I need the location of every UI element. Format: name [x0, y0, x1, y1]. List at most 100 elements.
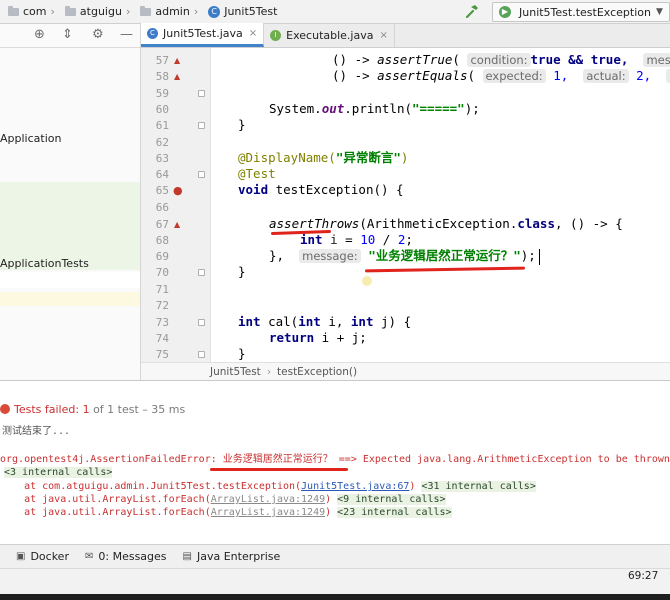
line-number: 75	[155, 348, 169, 361]
code-editor[interactable]: 57 58 59 60 61 62 63 64 65 66 67 68 69 70 71 72 73 74 75 ▲ ▲…	[141, 48, 670, 362]
code-line-70: }	[238, 264, 246, 279]
tool-tab-docker[interactable]: ▣ Docker	[16, 550, 69, 563]
tab-executable[interactable]: I Executable.java ×	[264, 24, 395, 47]
line-number: 61	[155, 119, 169, 132]
console-line: <3 internal calls>	[4, 467, 113, 478]
line-number: 59	[155, 87, 169, 100]
fold-marker-icon[interactable]	[198, 351, 205, 358]
gear-icon[interactable]: ⚙	[92, 27, 104, 42]
project-toolbar: ⊕ ⇕ ⚙ —	[0, 24, 140, 48]
locate-icon[interactable]: ⊕	[34, 27, 45, 42]
breadcrumb-atguigu[interactable]: atguigu ›	[57, 0, 132, 24]
java-enterprise-icon: ▤	[182, 551, 192, 562]
code-line-69: }, message: "业务逻辑居然正常运行？");	[269, 248, 536, 263]
console-line: 测试结束了...	[2, 426, 71, 437]
code-line-68: int i = 10 / 2;	[300, 232, 413, 247]
folder-icon	[140, 5, 152, 16]
breadcrumb-class[interactable]: Junit5Test	[210, 366, 261, 378]
tool-tab-messages[interactable]: ✉ 0: Messages	[85, 550, 167, 563]
tab-junit5test[interactable]: C Junit5Test.java ×	[141, 23, 265, 47]
folder-icon	[64, 5, 76, 16]
line-number: 68	[155, 234, 169, 247]
project-panel: ⊕ ⇕ ⚙ — Application ApplicationTests	[0, 24, 141, 380]
source-link[interactable]: ArrayList.java:1249	[211, 507, 325, 518]
line-number: 70	[155, 266, 169, 279]
class-icon: C	[147, 28, 158, 39]
breadcrumb-method[interactable]: testException()	[277, 366, 357, 378]
console-stack-line: at com.atguigu.admin.Junit5Test.testExce…	[0, 481, 536, 492]
docker-icon: ▣	[16, 551, 26, 562]
breadcrumb-separator: ›	[50, 5, 55, 18]
code-line-61: }	[238, 117, 246, 132]
line-number: 71	[155, 283, 169, 296]
line-number: 69	[155, 250, 169, 263]
line-number: 60	[155, 103, 169, 116]
console-error-line: org.opentest4j.AssertionFailedError: 业务逻…	[0, 454, 670, 465]
error-icon	[0, 404, 10, 414]
messages-icon: ✉	[84, 551, 94, 562]
build-hammer-icon[interactable]	[465, 4, 481, 20]
tool-tab-java-enterprise[interactable]: ▤ Java Enterprise	[183, 550, 281, 563]
close-icon[interactable]: ×	[379, 30, 387, 41]
tree-row-selected[interactable]	[0, 292, 140, 306]
fold-marker-icon[interactable]	[198, 122, 205, 129]
code-line-64: @Test	[238, 166, 276, 181]
fold-marker-icon[interactable]	[198, 171, 205, 178]
fold-marker-icon[interactable]	[198, 319, 205, 326]
breadcrumb-separator: ›	[193, 5, 199, 18]
interface-icon: I	[270, 30, 282, 41]
window-edge	[0, 594, 670, 600]
override-marker-icon[interactable]: ▲	[174, 220, 180, 229]
tool-window-bar: ▣ Docker ✉ 0: Messages ▤ Java Enterprise	[0, 544, 670, 568]
run-configuration-select[interactable]: ▶ Junit5Test.testException ▼	[492, 2, 670, 22]
test-status: Tests failed: 1 of 1 test – 35 ms	[0, 401, 185, 417]
code-line-63: @DisplayName("异常断言")	[238, 150, 409, 165]
cursor-position[interactable]: 69:27	[628, 570, 658, 582]
source-link[interactable]: ArrayList.java:1249	[211, 494, 325, 505]
editor-tabs: C Junit5Test.java × I Executable.java ×	[141, 23, 670, 48]
source-link[interactable]: Junit5Test.java:67	[301, 481, 409, 492]
code-line-73: int cal(int i, int j) {	[238, 314, 412, 329]
line-number: 64	[155, 168, 169, 181]
cursor-highlight	[362, 276, 372, 286]
override-marker-icon[interactable]: ▲	[174, 56, 180, 65]
override-marker-icon[interactable]: ▲	[174, 72, 180, 81]
editor-gutter: 57 58 59 60 61 62 63 64 65 66 67 68 69 70 71 72 73 74 75 ▲ ▲…	[141, 48, 211, 362]
code-line-75: }	[238, 346, 246, 361]
line-number: 65	[155, 184, 169, 197]
console-stack-line: at java.util.ArrayList.forEach(ArrayList…	[0, 507, 452, 518]
tree-row[interactable]	[0, 272, 140, 288]
console-stack-line: at java.util.ArrayList.forEach(ArrayList…	[0, 494, 446, 505]
line-number: 72	[155, 299, 169, 312]
line-number: 74	[155, 332, 169, 345]
code-line-74: return i + j;	[269, 330, 367, 345]
junit-icon: ▶	[499, 6, 511, 18]
console-output[interactable]: 测试结束了... org.opentest4j.AssertionFailedE…	[0, 425, 670, 545]
code-line-58: () -> assertEquals( expected: 1, actual:…	[332, 68, 670, 84]
annotation-underline	[210, 468, 348, 471]
run-test-failed-icon[interactable]: ●	[173, 184, 183, 197]
text-caret	[539, 249, 540, 265]
line-number: 67	[155, 218, 169, 231]
code-line-60: System.out.println("=====");	[269, 101, 480, 116]
class-icon: C	[208, 5, 221, 18]
tree-item-application-tests[interactable]: ApplicationTests	[0, 257, 89, 270]
folder-icon	[8, 5, 19, 16]
code-line-65: void testException() {	[238, 182, 404, 197]
line-number: 62	[155, 136, 169, 149]
breadcrumb-admin[interactable]: admin ›	[132, 0, 200, 24]
collapse-all-icon[interactable]: ⇕	[62, 27, 73, 42]
breadcrumb-separator: ›	[125, 5, 131, 18]
fold-marker-icon[interactable]	[198, 269, 205, 276]
breadcrumb-com[interactable]: com ›	[0, 0, 57, 24]
line-number: 73	[155, 316, 169, 329]
chevron-down-icon: ▼	[655, 7, 663, 17]
run-panel: Tests failed: 1 of 1 test – 35 ms 测试结束了.…	[0, 380, 670, 544]
breadcrumb-junit5test[interactable]: C Junit5Test	[200, 0, 279, 24]
line-number: 57	[155, 54, 169, 67]
close-icon[interactable]: ×	[249, 28, 257, 39]
line-number: 58	[155, 70, 169, 83]
fold-marker-icon[interactable]	[198, 90, 205, 97]
tree-item-application[interactable]: Application	[0, 132, 61, 145]
hide-panel-icon[interactable]: —	[120, 27, 133, 42]
